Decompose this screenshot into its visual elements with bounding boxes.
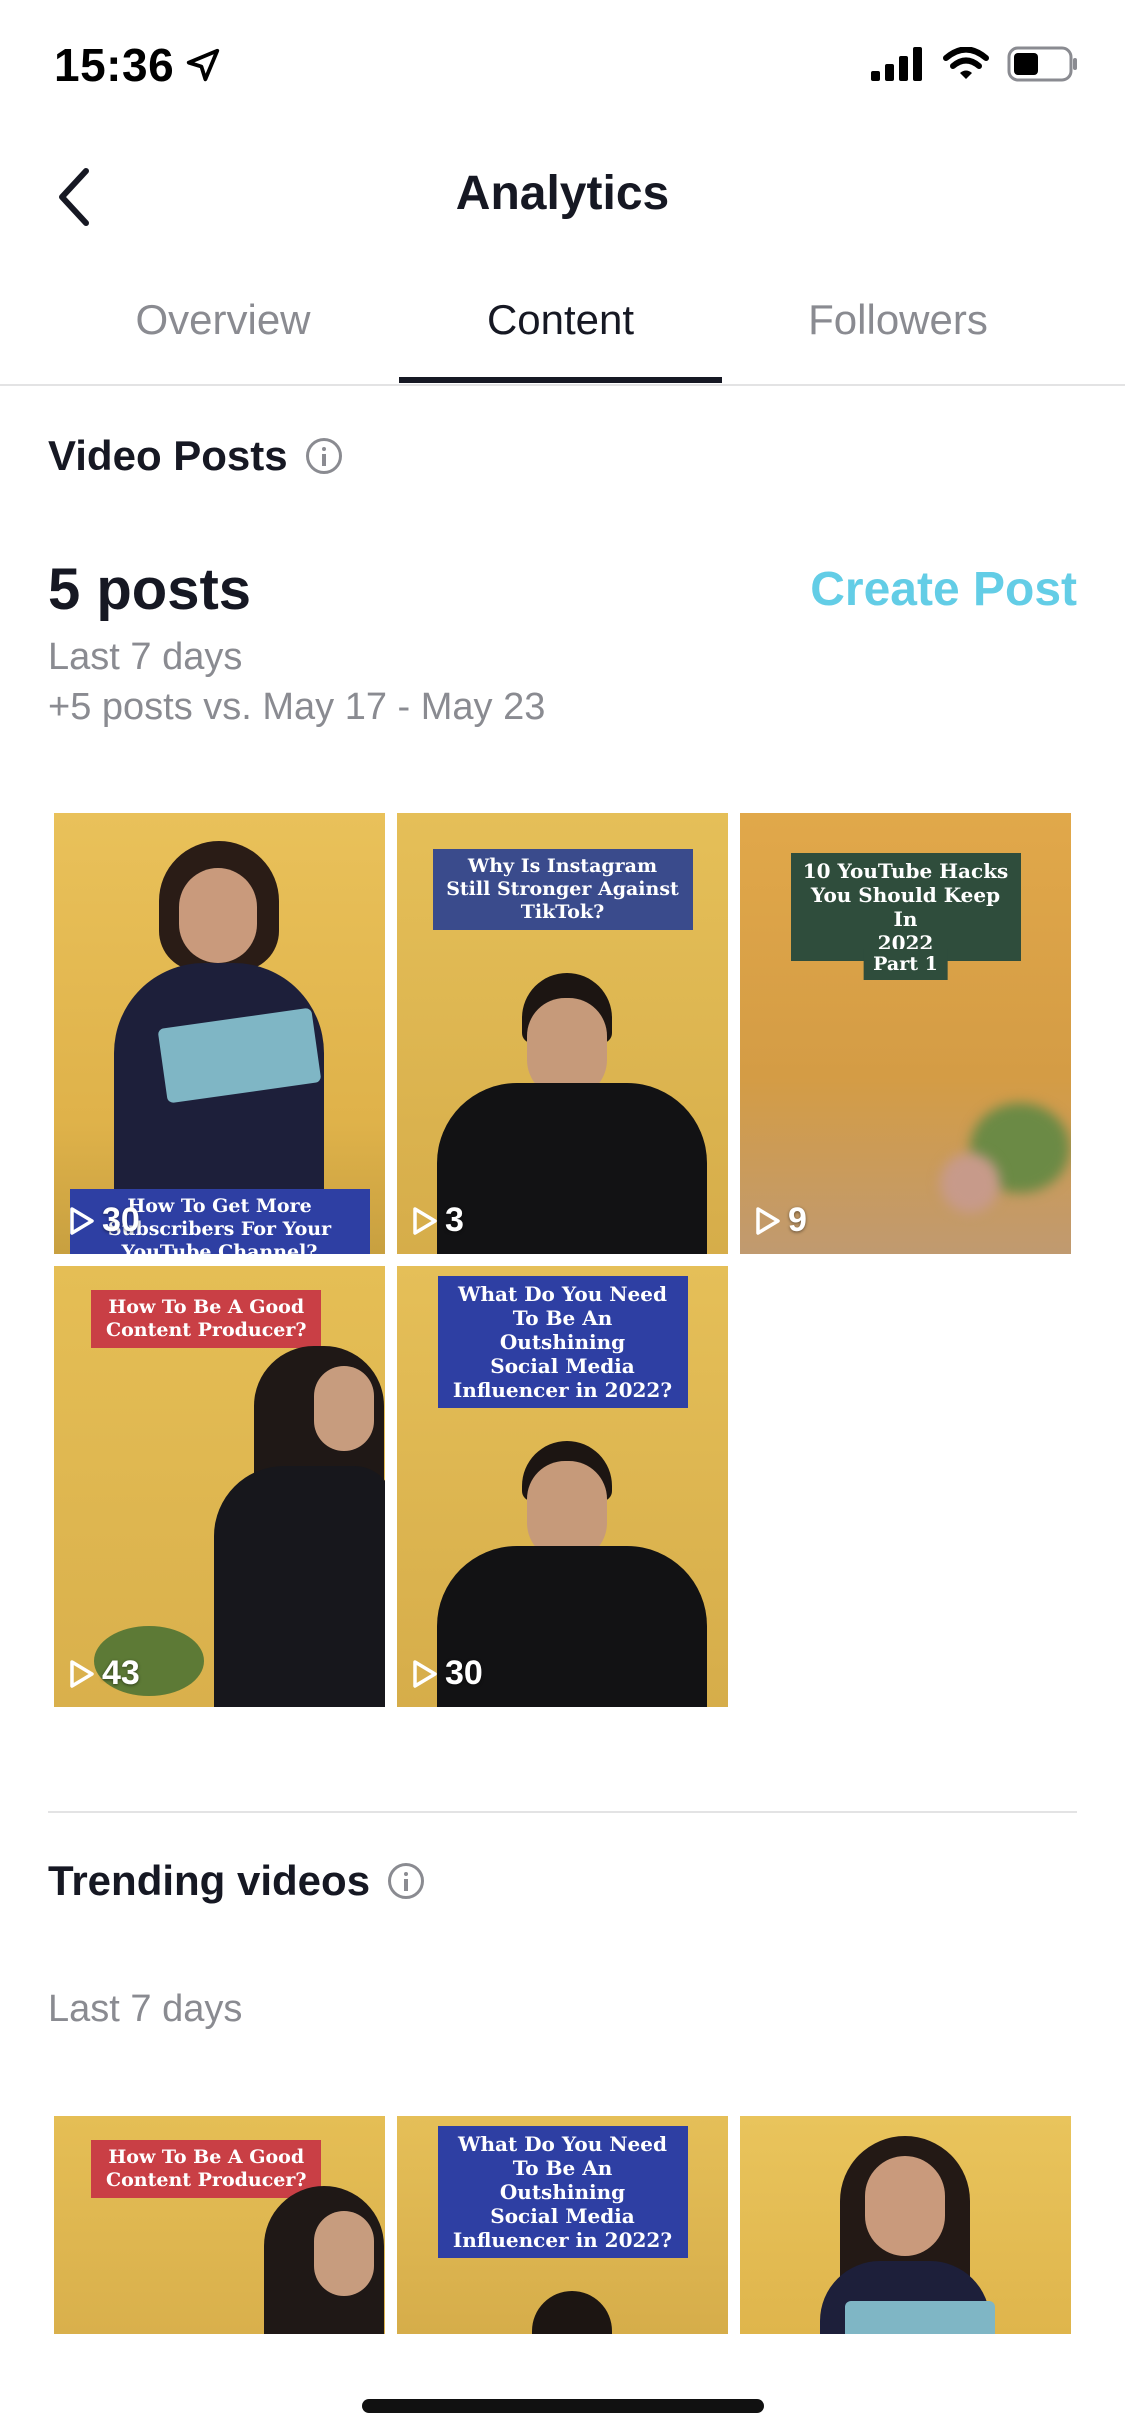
play-icon — [413, 1659, 437, 1688]
trending-header: Trending videos — [48, 1857, 425, 1905]
video-thumbnail[interactable]: How To Get More Subscribers For Your You… — [54, 813, 385, 1254]
status-icons — [871, 46, 1079, 82]
tab-bar: Overview Content Followers — [0, 280, 1125, 386]
home-indicator[interactable] — [362, 2399, 764, 2413]
video-caption: How To Be A Good Content Producer? — [91, 2140, 322, 2198]
view-count: 3 — [411, 1201, 464, 1240]
tab-followers[interactable]: Followers — [735, 296, 1061, 344]
trending-thumbnail[interactable]: How To Be A Good Content Producer? — [54, 2116, 385, 2334]
view-count: 9 — [754, 1201, 807, 1240]
trending-period-label: Last 7 days — [48, 1988, 243, 2030]
posts-count: 5 posts — [48, 557, 252, 622]
video-thumbnail[interactable]: How To Be A Good Content Producer? 43 — [54, 1266, 385, 1707]
person-face — [314, 1366, 374, 1451]
mug-blur — [940, 1153, 1000, 1213]
person-face — [865, 2156, 945, 2256]
video-caption: 10 YouTube Hacks You Should Keep In 2022 — [790, 853, 1021, 961]
tab-active-indicator — [399, 377, 722, 383]
battery-icon — [1007, 46, 1077, 82]
person-face — [179, 868, 257, 963]
video-caption: What Do You Need To Be An Outshining Soc… — [437, 1276, 688, 1408]
location-arrow-icon — [187, 48, 220, 82]
video-caption: How To Be A Good Content Producer? — [91, 1290, 322, 1348]
section-divider — [48, 1811, 1077, 1813]
video-caption: What Do You Need To Be An Outshining Soc… — [437, 2126, 688, 2258]
video-thumbnail[interactable]: What Do You Need To Be An Outshining Soc… — [397, 1266, 728, 1707]
view-count: 30 — [68, 1201, 140, 1240]
play-icon — [70, 1206, 94, 1235]
section-title: Video Posts — [48, 432, 288, 479]
person-body — [437, 1083, 707, 1254]
video-caption: Why Is Instagram Still Stronger Against … — [432, 849, 693, 930]
tab-overview[interactable]: Overview — [60, 296, 386, 344]
info-icon[interactable] — [388, 1863, 425, 1899]
view-count: 43 — [68, 1654, 140, 1693]
book — [845, 2301, 995, 2334]
create-post-button[interactable]: Create Post — [810, 562, 1077, 617]
person-hair — [532, 2291, 612, 2334]
view-count: 30 — [411, 1654, 483, 1693]
page-title: Analytics — [455, 167, 670, 220]
person-body — [214, 1466, 385, 1707]
video-posts-header: Video Posts — [48, 432, 342, 480]
video-thumbnail[interactable]: 10 YouTube Hacks You Should Keep In 2022… — [740, 813, 1071, 1254]
signal-icon — [871, 47, 922, 81]
section-title: Trending videos — [48, 1857, 371, 1904]
wifi-icon — [943, 47, 989, 79]
trending-thumbnail[interactable] — [740, 2116, 1071, 2334]
play-icon — [413, 1206, 437, 1235]
video-caption-part: Part 1 — [863, 949, 948, 980]
info-icon[interactable] — [305, 438, 342, 474]
comparison-label: +5 posts vs. May 17 - May 23 — [48, 686, 546, 728]
period-label: Last 7 days — [48, 636, 243, 678]
tab-content[interactable]: Content — [399, 296, 722, 344]
play-icon — [70, 1659, 94, 1688]
video-thumbnail[interactable]: Why Is Instagram Still Stronger Against … — [397, 813, 728, 1254]
status-time: 15:36 — [54, 38, 222, 92]
person-face — [314, 2211, 374, 2296]
play-icon — [756, 1206, 780, 1235]
trending-thumbnail[interactable]: What Do You Need To Be An Outshining Soc… — [397, 2116, 728, 2334]
